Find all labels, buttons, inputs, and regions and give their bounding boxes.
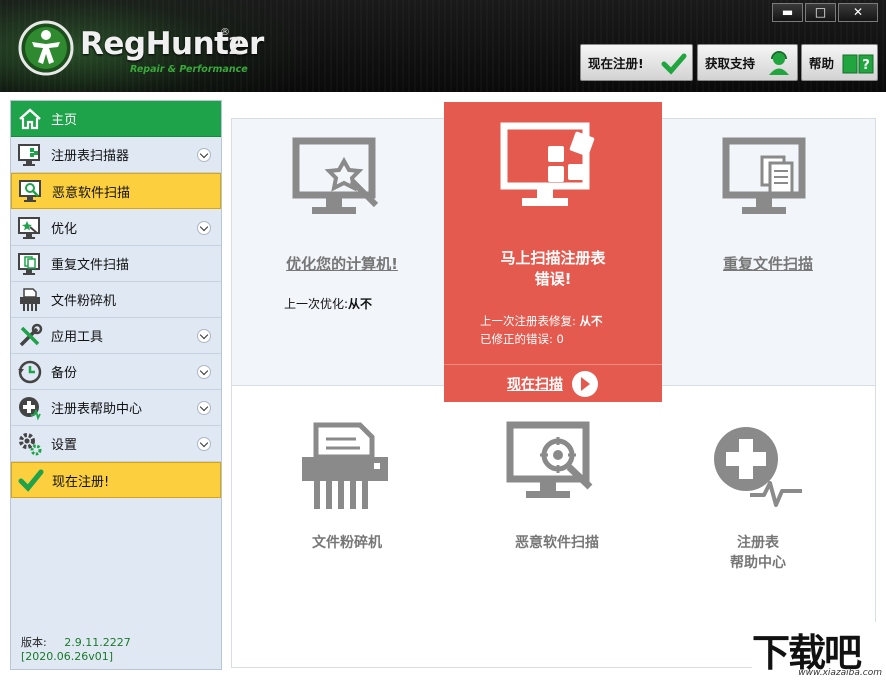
site-watermark: 下载吧 www.xiazaiba.com <box>752 622 886 680</box>
shredder-link[interactable]: 文件粉碎机 <box>272 533 422 553</box>
last-repair-info: 上一次注册表修复: 从不 <box>480 313 603 329</box>
registry-scan-large-icon <box>500 120 604 214</box>
last-optimize-info: 上一次优化:从不 <box>284 295 372 312</box>
malware-scan-link[interactable]: 恶意软件扫描 <box>482 533 632 553</box>
sidebar-item-label: 设置 <box>51 434 77 453</box>
sidebar-item-settings[interactable]: 设置 <box>11 426 221 462</box>
registry-scan-icon <box>17 142 43 168</box>
register-now-button[interactable]: 现在注册! <box>580 44 693 81</box>
sidebar-item-label: 重复文件扫描 <box>51 254 129 273</box>
checkmark-icon <box>18 467 44 493</box>
svg-text:?: ? <box>862 58 870 73</box>
sidebar-item-help-center[interactable]: 注册表帮助中心 <box>11 390 221 426</box>
help-button[interactable]: 帮助 ? <box>801 44 878 81</box>
get-support-button[interactable]: 获取支持 <box>697 44 798 81</box>
last-repair-value: 从不 <box>580 314 603 328</box>
chevron-down-icon[interactable] <box>197 437 211 451</box>
sidebar-item-label: 优化 <box>51 218 77 237</box>
optimize-computer-icon <box>292 137 388 221</box>
optimize-icon <box>17 215 43 241</box>
malware-scan-large-icon <box>506 421 602 509</box>
optimize-link[interactable]: 优化您的计算机! <box>252 253 432 274</box>
watermark-url: www.xiazaiba.com <box>798 668 882 678</box>
sidebar-item-label: 主页 <box>51 109 77 128</box>
duplicate-files-link[interactable]: 重复文件扫描 <box>678 253 858 274</box>
sidebar-item-label: 文件粉碎机 <box>51 290 116 309</box>
scan-title-line2: 错误! <box>444 269 662 290</box>
get-support-label: 获取支持 <box>705 53 755 72</box>
last-repair-label: 上一次注册表修复: <box>480 314 576 328</box>
sidebar-item-registry-scanner[interactable]: 注册表扫描器 <box>11 137 221 173</box>
scan-registry-card[interactable]: 马上扫描注册表 错误! 上一次注册表修复: 从不 已修正的错误: 0 现在扫描 <box>444 102 662 402</box>
checkmark-icon <box>661 50 687 76</box>
support-agent-icon <box>766 50 792 76</box>
arrow-right-circle-icon <box>571 370 599 398</box>
sidebar: 主页 注册表扫描器 恶意软件扫描 优化 <box>10 100 222 670</box>
app-header: RegHunter ® 2 Repair & Performance ▬ □ ✕… <box>0 0 886 92</box>
sidebar-item-register-now[interactable]: 现在注册! <box>11 462 221 498</box>
version-info: 版本: 2.9.11.2227 [2020.06.26v01] <box>21 634 221 663</box>
home-icon <box>17 106 43 132</box>
backup-icon <box>17 359 43 385</box>
tools-icon <box>17 323 43 349</box>
sidebar-item-duplicate-files[interactable]: 重复文件扫描 <box>11 246 221 282</box>
reghunter-logo-icon <box>18 20 74 76</box>
sidebar-item-label: 应用工具 <box>51 326 103 345</box>
chevron-down-icon[interactable] <box>197 365 211 379</box>
duplicate-files-icon <box>17 251 43 277</box>
sidebar-item-label: 注册表扫描器 <box>51 145 129 164</box>
sidebar-item-backup[interactable]: 备份 <box>11 354 221 390</box>
chevron-down-icon[interactable] <box>197 401 211 415</box>
brand-version: 2 <box>228 34 243 60</box>
help-book-icon: ? <box>841 50 875 76</box>
scan-now-button[interactable]: 现在扫描 <box>444 364 662 402</box>
sidebar-item-label: 备份 <box>51 362 77 381</box>
shredder-icon <box>17 287 43 313</box>
chevron-down-icon[interactable] <box>197 148 211 162</box>
register-now-label: 现在注册! <box>588 53 644 72</box>
sidebar-item-malware-scan[interactable]: 恶意软件扫描 <box>11 173 221 209</box>
registry-help-center-large-icon <box>710 421 806 513</box>
duplicate-files-large-icon <box>722 137 818 221</box>
sidebar-item-file-shredder[interactable]: 文件粉碎机 <box>11 282 221 318</box>
sidebar-item-label: 恶意软件扫描 <box>52 182 130 201</box>
chevron-down-icon[interactable] <box>197 329 211 343</box>
last-optimize-label: 上一次优化: <box>284 297 348 311</box>
minimize-button[interactable]: ▬ <box>772 3 803 22</box>
shredder-large-icon <box>298 421 392 513</box>
last-optimize-value: 从不 <box>348 297 372 311</box>
scan-now-label: 现在扫描 <box>507 374 563 394</box>
sidebar-item-home[interactable]: 主页 <box>11 101 221 137</box>
malware-scan-icon <box>18 178 44 204</box>
scan-registry-title: 马上扫描注册表 错误! <box>444 248 662 290</box>
help-center-icon <box>17 395 43 421</box>
settings-icon <box>17 431 43 457</box>
chevron-down-icon[interactable] <box>197 221 211 235</box>
sidebar-item-optimize[interactable]: 优化 <box>11 210 221 246</box>
help-center-title-line1: 注册表 <box>683 533 833 553</box>
close-button[interactable]: ✕ <box>838 3 878 22</box>
fixed-errors-info: 已修正的错误: 0 <box>480 331 564 347</box>
fixed-errors-label: 已修正的错误: <box>480 332 553 346</box>
maximize-button[interactable]: □ <box>805 3 836 22</box>
scan-title-line1: 马上扫描注册表 <box>444 248 662 269</box>
sidebar-item-label: 现在注册! <box>52 471 109 490</box>
sidebar-item-label: 注册表帮助中心 <box>51 398 142 417</box>
brand-tagline: Repair & Performance <box>130 64 248 75</box>
help-center-title-line2: 帮助中心 <box>683 553 833 573</box>
help-label: 帮助 <box>809 53 834 72</box>
help-center-link[interactable]: 注册表 帮助中心 <box>683 533 833 573</box>
version-label: 版本: <box>21 636 47 649</box>
sidebar-item-app-tools[interactable]: 应用工具 <box>11 318 221 354</box>
fixed-errors-value: 0 <box>557 332 564 346</box>
